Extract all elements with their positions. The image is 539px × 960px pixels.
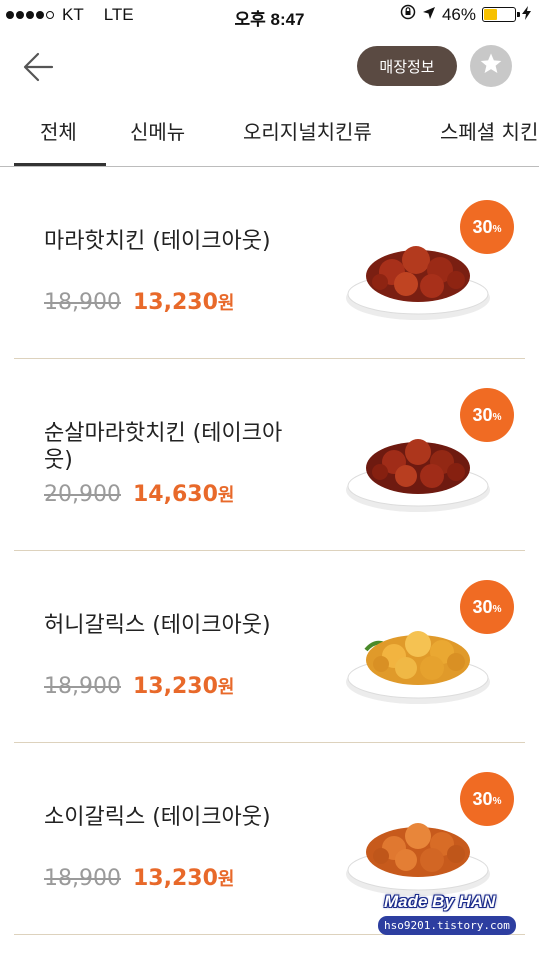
tab-special-chicken[interactable]: 스페셜 치킨 <box>440 116 538 145</box>
menu-item[interactable]: 마라핫치킨 (테이크아웃) 18,900 13,230 원 30% <box>14 166 525 359</box>
rotation-lock-icon <box>400 4 416 25</box>
currency-unit: 원 <box>217 293 235 314</box>
store-info-button[interactable]: 매장정보 <box>357 46 457 86</box>
price-row: 18,900 13,230 원 <box>44 865 234 891</box>
original-price: 18,900 <box>44 866 121 891</box>
menu-item-name: 허니갈릭스 (테이크아웃) <box>44 613 271 638</box>
currency-unit: 원 <box>217 485 235 506</box>
tab-all[interactable]: 전체 <box>40 116 77 145</box>
status-bar: KT LTE 오후 8:47 46% <box>0 0 539 30</box>
price-row: 18,900 13,230 원 <box>44 673 234 699</box>
watermark: Made By HAN hso9201.tistory.com <box>378 892 518 940</box>
watermark-url: hso9201.tistory.com <box>378 916 516 935</box>
discount-badge: 30% <box>460 580 514 634</box>
original-price: 18,900 <box>44 290 121 315</box>
menu-item-name: 마라핫치킨 (테이크아웃) <box>44 229 271 254</box>
charging-bolt-icon <box>522 5 531 25</box>
category-tabs: 전체 신메뉴 오리지널치킨류 스페셜 치킨 <box>0 102 539 167</box>
arrow-left-icon[interactable] <box>22 50 56 84</box>
menu-item[interactable]: 허니갈릭스 (테이크아웃) 18,900 13,230 원 30% <box>14 550 525 743</box>
sale-price: 13,230 <box>132 290 218 315</box>
star-icon <box>479 52 503 80</box>
original-price: 20,900 <box>44 482 121 507</box>
battery-icon <box>482 7 520 22</box>
price-row: 18,900 13,230 원 <box>44 289 234 315</box>
original-price: 18,900 <box>44 674 121 699</box>
discount-badge: 30% <box>460 200 514 254</box>
discount-badge: 30% <box>460 388 514 442</box>
tab-new-menu[interactable]: 신메뉴 <box>130 116 185 145</box>
watermark-title: Made By HAN <box>384 892 496 911</box>
favorite-button[interactable] <box>470 45 512 87</box>
sale-price: 13,230 <box>132 866 218 891</box>
currency-unit: 원 <box>217 677 235 698</box>
menu-item-name: 소이갈릭스 (테이크아웃) <box>44 805 271 830</box>
price-row: 20,900 14,630 원 <box>44 481 234 507</box>
sale-price: 14,630 <box>132 482 218 507</box>
location-arrow-icon <box>422 5 436 25</box>
battery-percent: 46% <box>441 4 476 24</box>
sale-price: 13,230 <box>132 674 218 699</box>
currency-unit: 원 <box>217 869 235 890</box>
menu-item-name: 순살마라핫치킨 (테이크아웃) <box>44 421 283 473</box>
top-navigation-bar: 매장정보 <box>0 30 539 102</box>
discount-badge: 30% <box>460 772 514 826</box>
menu-item[interactable]: 순살마라핫치킨 (테이크아웃) 20,900 14,630 원 30% <box>14 358 525 551</box>
tab-original-chicken[interactable]: 오리지널치킨류 <box>243 116 372 145</box>
